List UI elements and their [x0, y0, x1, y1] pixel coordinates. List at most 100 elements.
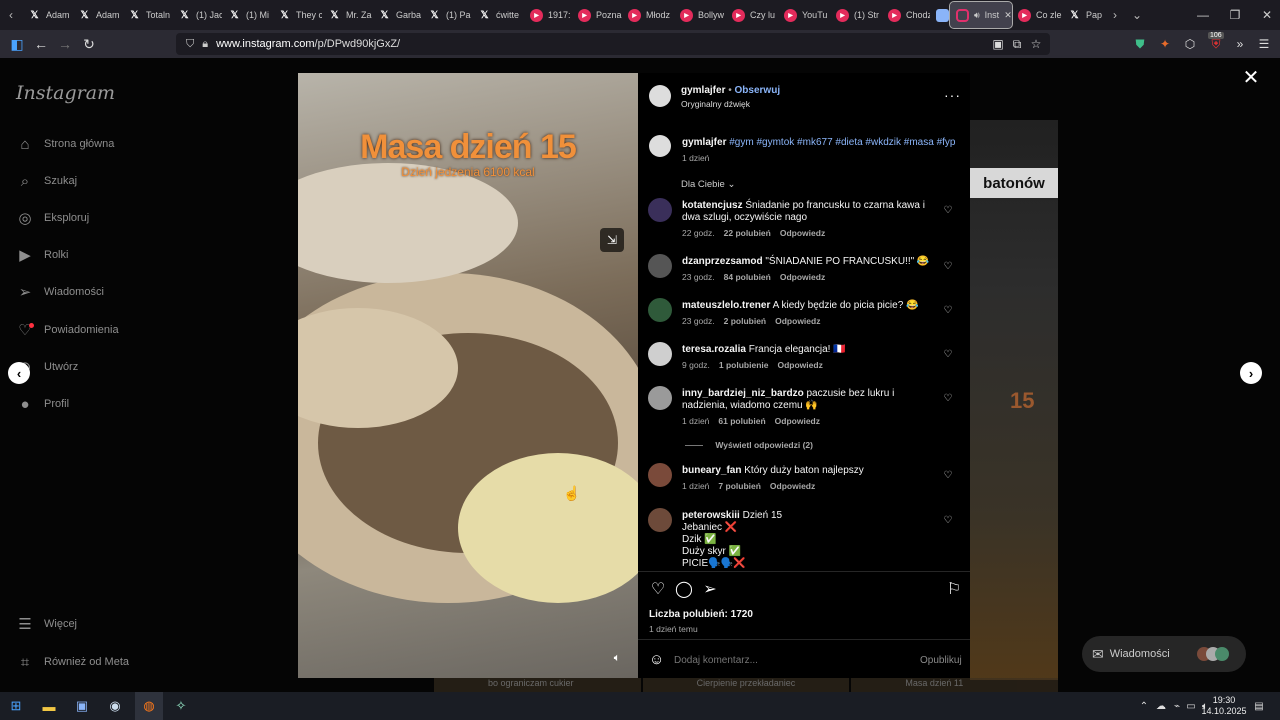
- reader-view-icon[interactable]: ▣: [988, 33, 1008, 55]
- browser-tab[interactable]: 𝕏 Adam: [72, 0, 122, 30]
- comment-username[interactable]: peterowskiii: [682, 510, 740, 521]
- tab-scroll-right-icon[interactable]: ›: [1104, 0, 1126, 30]
- save-bookmark-icon[interactable]: ⚐: [944, 579, 964, 599]
- reply-button[interactable]: Odpowiedz: [780, 272, 825, 282]
- follow-button[interactable]: Obserwuj: [735, 85, 781, 96]
- sidebar-item-more[interactable]: ☰ Więcej: [16, 612, 77, 636]
- back-icon[interactable]: ←: [29, 32, 53, 56]
- comment-likes[interactable]: 84 polubień: [724, 272, 771, 282]
- close-modal-icon[interactable]: ✕: [1240, 66, 1262, 89]
- tab-scroll-left-icon[interactable]: ‹: [0, 0, 22, 30]
- like-icon[interactable]: ♡: [648, 579, 668, 599]
- notifications-icon[interactable]: ▤: [1251, 698, 1267, 714]
- add-comment-input[interactable]: [674, 651, 894, 669]
- messages-button[interactable]: ✉ Wiadomości: [1082, 636, 1246, 672]
- cloud-icon[interactable]: ☁: [1154, 698, 1168, 714]
- bookmark-star-icon[interactable]: ☆: [1026, 33, 1046, 55]
- sidebar-item-5[interactable]: ♡ Powiadomienia: [16, 318, 118, 342]
- comment-avatar[interactable]: [648, 298, 672, 322]
- shield-icon[interactable]: ⛉: [186, 38, 194, 51]
- comment-username[interactable]: mateuszlelo.trener: [682, 300, 770, 311]
- picture-in-picture-icon[interactable]: ⧉: [1007, 33, 1027, 55]
- browser-tab[interactable]: 𝕏ćwitte: [472, 0, 524, 30]
- next-post-icon[interactable]: ›: [1240, 362, 1262, 384]
- browser-tab-active[interactable]: 🔊︎ Inst ✕: [949, 1, 1013, 29]
- comment-like-icon[interactable]: ♡: [942, 204, 954, 216]
- sidebar-item-7[interactable]: ● Profil: [16, 392, 69, 416]
- browser-tab[interactable]: ▶ Pozna: [572, 0, 622, 30]
- browser-tab[interactable]: 𝕏 Totaln: [122, 0, 172, 30]
- browser-tab[interactable]: ▶ Młodz: [622, 0, 674, 30]
- sidebar-toggle-icon[interactable]: ◧: [5, 32, 29, 56]
- comment-username[interactable]: dzanprzezsamod: [682, 256, 763, 267]
- comment-like-icon[interactable]: ♡: [942, 514, 954, 526]
- extensions-icon[interactable]: ⬡: [1180, 33, 1200, 55]
- sidebar-item-4[interactable]: ➢ Wiadomości: [16, 280, 104, 304]
- comment-like-icon[interactable]: ♡: [942, 348, 954, 360]
- comment-avatar[interactable]: [648, 198, 672, 222]
- reply-button[interactable]: Odpowiedz: [775, 416, 820, 426]
- likes-count[interactable]: Liczba polubień: 1720: [649, 609, 753, 620]
- comment-likes[interactable]: 61 polubień: [718, 416, 765, 426]
- browser-tab[interactable]: 𝕏 Adam: [22, 0, 72, 30]
- window-close-icon[interactable]: ✕: [1250, 0, 1280, 30]
- browser-tab[interactable]: ▶ Chodz: [882, 0, 930, 30]
- comment-username[interactable]: teresa.rozalia: [682, 344, 746, 355]
- comment-username[interactable]: kotatencjusz: [682, 200, 743, 211]
- windows-start-icon[interactable]: ⊞: [5, 695, 27, 717]
- caption-hashtags[interactable]: #gym #gymtok #mk677 #dieta #wkdzik #masa…: [729, 137, 955, 148]
- browser-tab[interactable]: ▶ 1917:: [524, 0, 572, 30]
- instagram-logo[interactable]: Instagram: [16, 82, 115, 104]
- sidebar-item-1[interactable]: ⌕ Szukaj: [16, 169, 77, 193]
- file-explorer-icon[interactable]: ▬: [38, 695, 60, 717]
- sidebar-item-0[interactable]: ⌂ Strona główna: [16, 132, 114, 156]
- author-avatar[interactable]: [649, 85, 671, 107]
- comment-likes[interactable]: 1 polubienie: [719, 360, 769, 370]
- overflow-chevron-icon[interactable]: »: [1230, 33, 1250, 55]
- url-bar[interactable]: ⛉ 🔒︎ www.instagram.com/p/DPwd90kjGxZ/: [176, 33, 1050, 55]
- comment-likes[interactable]: 7 polubień: [718, 481, 761, 491]
- browser-tab[interactable]: ▶ Bollyw: [674, 0, 726, 30]
- comment-like-icon[interactable]: ♡: [942, 392, 954, 404]
- emoji-icon[interactable]: ☺: [649, 651, 664, 668]
- comment-icon[interactable]: ◯: [674, 579, 694, 599]
- menu-icon[interactable]: ☰: [1254, 33, 1274, 55]
- browser-tab[interactable]: ▶ YouTu: [778, 0, 830, 30]
- browser-tab[interactable]: 𝕏 (1) Jac: [172, 0, 222, 30]
- sidebar-item-meta[interactable]: ⌗ Również od Meta: [16, 650, 129, 674]
- comment-username[interactable]: buneary_fan: [682, 465, 741, 476]
- author-username[interactable]: gymlajfer: [681, 85, 725, 96]
- network-icon[interactable]: ⌁: [1170, 698, 1184, 714]
- sound-icon[interactable]: 🔈︎: [608, 649, 626, 667]
- battery-icon[interactable]: ▭: [1184, 698, 1198, 714]
- caption-avatar[interactable]: [649, 135, 671, 157]
- comment-avatar[interactable]: [648, 342, 672, 366]
- share-icon[interactable]: ➢: [700, 579, 720, 599]
- tag-icon[interactable]: ⇲: [600, 228, 624, 252]
- browser-tab[interactable]: 𝕏 (1) Mi: [222, 0, 272, 30]
- reload-icon[interactable]: ↻: [77, 32, 101, 56]
- comment-avatar[interactable]: [648, 463, 672, 487]
- browser-tab[interactable]: ▶ Czy lu: [726, 0, 778, 30]
- browser-tab[interactable]: 𝕏 Mr. Za: [322, 0, 372, 30]
- caption-username[interactable]: gymlajfer: [682, 137, 726, 148]
- browser-tab[interactable]: 𝕏 (1) Pa: [422, 0, 472, 30]
- browser-tab[interactable]: [930, 0, 950, 30]
- sidebar-item-3[interactable]: ▶ Rolki: [16, 243, 68, 267]
- restore-icon[interactable]: ❐: [1218, 0, 1252, 30]
- comment-filter[interactable]: Dla Ciebie ⌄: [681, 179, 735, 190]
- reply-button[interactable]: Odpowiedz: [775, 316, 820, 326]
- browser-tab[interactable]: 𝕏 Garba: [372, 0, 422, 30]
- forward-icon[interactable]: →: [53, 32, 77, 56]
- tray-chevron-icon[interactable]: ⌃: [1138, 698, 1150, 714]
- minimize-icon[interactable]: —: [1186, 0, 1220, 30]
- comment-avatar[interactable]: [648, 386, 672, 410]
- tab-list-chevron-icon[interactable]: ⌄: [1126, 0, 1148, 30]
- sidebar-item-2[interactable]: ◎ Eksploruj: [16, 206, 89, 230]
- audio-label[interactable]: Oryginalny dźwięk: [681, 99, 750, 109]
- browser-tab[interactable]: ▶ (1) Str: [830, 0, 882, 30]
- view-replies[interactable]: Wyświetl odpowiedzi (2): [685, 440, 813, 450]
- comment-like-icon[interactable]: ♡: [942, 469, 954, 481]
- clock[interactable]: 19:30 14.10.2025: [1200, 695, 1248, 717]
- comment-likes[interactable]: 22 polubień: [724, 228, 771, 238]
